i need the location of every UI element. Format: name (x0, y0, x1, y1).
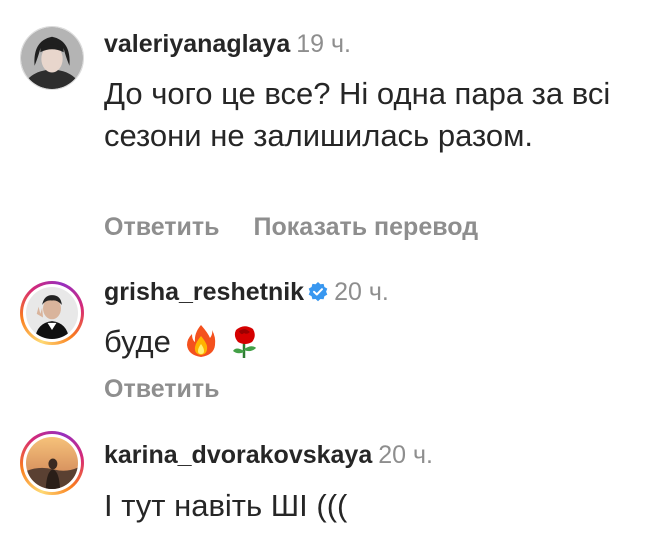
comment-item: karina_dvorakovskaya 20 ч. І тут навіть Ш… (0, 0, 649, 537)
story-ring (23, 434, 81, 492)
comment-header: karina_dvorakovskaya 20 ч. (104, 440, 433, 470)
comment-text: І тут навіть ШІ ((( (104, 488, 348, 523)
avatar[interactable] (20, 431, 84, 495)
comment-time: 20 ч. (378, 441, 433, 469)
profile-photo-icon (26, 437, 78, 489)
username-link[interactable]: karina_dvorakovskaya (104, 441, 372, 469)
